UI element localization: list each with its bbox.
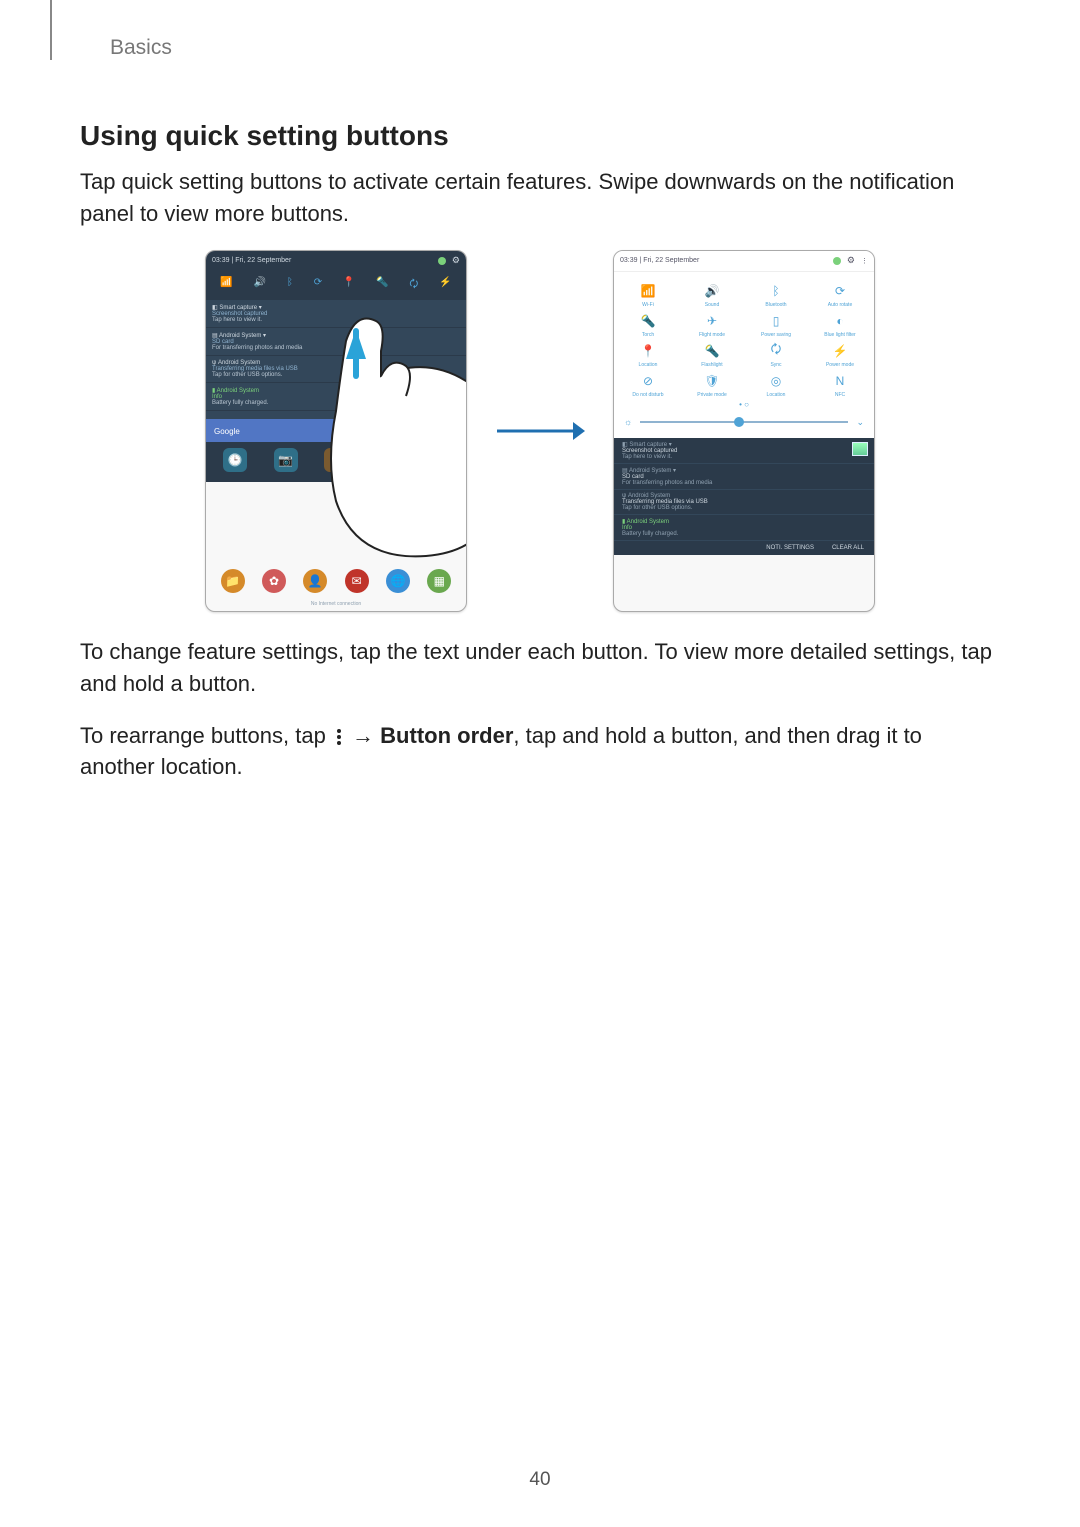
quick-settings-row: 📶 🔊 ᛒ ⟳ 📍 🔦 🗘 ⚡ [206, 271, 466, 300]
dock-row: 📁 ✿ 👤 ✉ 🌐 ▦ [206, 569, 466, 593]
profile-dot-icon[interactable] [438, 257, 446, 265]
more-options-icon [332, 727, 346, 747]
sound-icon: 🔊 [701, 280, 723, 302]
notification-item[interactable]: ▤ Android System ▾ SD card For transferr… [206, 328, 466, 356]
qs-bluetooth[interactable]: ᛒBluetooth [744, 280, 808, 308]
notification-item[interactable]: ▮ Android System Info Battery fully char… [614, 515, 874, 541]
torch-icon: 🔦 [637, 310, 659, 332]
status-bar: 03:39 | Fri, 22 September ⚙ ⋮ [614, 251, 874, 272]
notification-footer: NOTI. SETTINGS CLEAR ALL [614, 541, 874, 555]
bluetooth-icon[interactable]: ᛒ [287, 277, 293, 294]
powersave-icon[interactable]: ⚡ [439, 277, 451, 294]
rotate-icon[interactable]: ⟳ [314, 277, 322, 294]
qs-location[interactable]: 📍Location [616, 340, 680, 368]
device-left: 03:39 | Fri, 22 September ⚙ 📶 🔊 ᛒ ⟳ 📍 🔦 … [205, 250, 467, 612]
flashlight-icon[interactable]: 🔦 [376, 277, 388, 294]
qs-rotate[interactable]: ⟳Auto rotate [808, 280, 872, 308]
page-indicator: • ○ [614, 400, 874, 411]
app-fm[interactable]: ◉ [374, 448, 398, 472]
settings-icon[interactable]: ⚙ [452, 255, 460, 266]
flashlight-icon: 🔦 [701, 340, 723, 362]
qs-sound[interactable]: 🔊Sound [680, 280, 744, 308]
app-camera[interactable]: 📷 [274, 448, 298, 472]
nfc-icon: N [829, 370, 851, 392]
app-row: 🕒 📷 ▭ ◉ ▶ [206, 442, 466, 482]
clear-all-button[interactable]: CLEAR ALL [832, 545, 864, 551]
qs-sync[interactable]: 🗘Sync [744, 340, 808, 368]
qs-torch[interactable]: 🔦Torch [616, 310, 680, 338]
bottom-status: No Internet connection [206, 601, 466, 607]
notification-item[interactable]: ψ Android System Transferring media file… [614, 490, 874, 515]
chevron-down-icon[interactable]: ⌄ [856, 417, 864, 428]
notification-item[interactable]: ◧ Smart capture ▾ Screenshot captured Ta… [206, 300, 466, 328]
page-number: 40 [0, 1469, 1080, 1491]
notification-item[interactable]: ψ Android System Transferring media file… [206, 356, 466, 383]
profile-dot-icon[interactable] [833, 257, 841, 265]
wifi-icon: 📶 [637, 280, 659, 302]
notification-item[interactable]: ◧ Smart capture ▾ Screenshot captured Ta… [614, 438, 874, 464]
dock-gallery[interactable]: ✿ [262, 569, 286, 593]
header-rule [50, 0, 52, 60]
qs-bluelight[interactable]: ◐Blue light filter [808, 310, 872, 338]
wifi-icon[interactable]: 📶 [220, 277, 232, 294]
google-card[interactable]: Google [206, 419, 466, 442]
arrow-icon [495, 416, 585, 446]
qs-power[interactable]: ⚡Power mode [808, 340, 872, 368]
brightness-slider[interactable]: ☼ ⌄ [614, 411, 874, 438]
notification-item[interactable]: ▮ Android System Info Battery fully char… [206, 383, 466, 411]
dnd-icon: ⊘ [637, 370, 659, 392]
private-icon: 🛡 [701, 370, 723, 392]
settings-icon[interactable]: ⚙ [847, 255, 855, 266]
noti-settings-button[interactable]: NOTI. SETTINGS [766, 545, 814, 551]
rotate-icon: ⟳ [829, 280, 851, 302]
app-play[interactable]: ▶ [425, 448, 449, 472]
dock-email[interactable]: ✉ [345, 569, 369, 593]
dock-contacts[interactable]: 👤 [303, 569, 327, 593]
eye-icon: ◐ [829, 310, 851, 332]
status-bar: 03:39 | Fri, 22 September ⚙ [206, 251, 466, 271]
section-header: Basics [110, 36, 1000, 60]
qs-wifi[interactable]: 📶Wi-Fi [616, 280, 680, 308]
dock-calendar[interactable]: ▦ [427, 569, 451, 593]
dock-internet[interactable]: 🌐 [386, 569, 410, 593]
location-icon: 📍 [637, 340, 659, 362]
airplane-icon: ✈ [701, 310, 723, 332]
quick-settings-grid: 📶Wi-Fi 🔊Sound ᛒBluetooth ⟳Auto rotate 🔦T… [614, 272, 874, 400]
intro-paragraph: Tap quick setting buttons to activate ce… [80, 166, 1000, 230]
power-icon: ⚡ [829, 340, 851, 362]
app-clock[interactable]: 🕒 [223, 448, 247, 472]
sound-icon[interactable]: 🔊 [254, 277, 266, 294]
sync-icon[interactable]: 🗘 [409, 277, 418, 294]
more-icon[interactable]: ⋮ [861, 257, 868, 265]
paragraph-2: To change feature settings, tap the text… [80, 636, 1000, 700]
bluetooth-icon: ᛒ [765, 280, 787, 302]
notification-footer: NOTI. [206, 411, 466, 419]
battery-icon: ▯ [765, 310, 787, 332]
qs-nfc[interactable]: NNFC [808, 370, 872, 398]
qs-loc2[interactable]: ◎Location [744, 370, 808, 398]
qs-powersave[interactable]: ▯Power saving [744, 310, 808, 338]
device-right: 03:39 | Fri, 22 September ⚙ ⋮ 📶Wi-Fi 🔊So… [613, 250, 875, 612]
location-icon: ◎ [765, 370, 787, 392]
dock-myfiles[interactable]: 📁 [221, 569, 245, 593]
qs-flight[interactable]: ✈Flight mode [680, 310, 744, 338]
brightness-icon: ☼ [624, 417, 632, 427]
qs-private[interactable]: 🛡Private mode [680, 370, 744, 398]
page-title: Using quick setting buttons [80, 120, 1000, 152]
paragraph-3: To rearrange buttons, tap → Button order… [80, 720, 1000, 784]
qs-dnd[interactable]: ⊘Do not disturb [616, 370, 680, 398]
thumbnail-icon [852, 442, 868, 456]
qs-flashlight[interactable]: 🔦Flashlight [680, 340, 744, 368]
notification-item[interactable]: ▤ Android System ▾ SD card For transferr… [614, 464, 874, 490]
app-splanner[interactable]: ▭ [324, 448, 348, 472]
figure-row: 03:39 | Fri, 22 September ⚙ 📶 🔊 ᛒ ⟳ 📍 🔦 … [80, 250, 1000, 612]
sync-icon: 🗘 [765, 340, 787, 362]
location-icon[interactable]: 📍 [343, 277, 355, 294]
